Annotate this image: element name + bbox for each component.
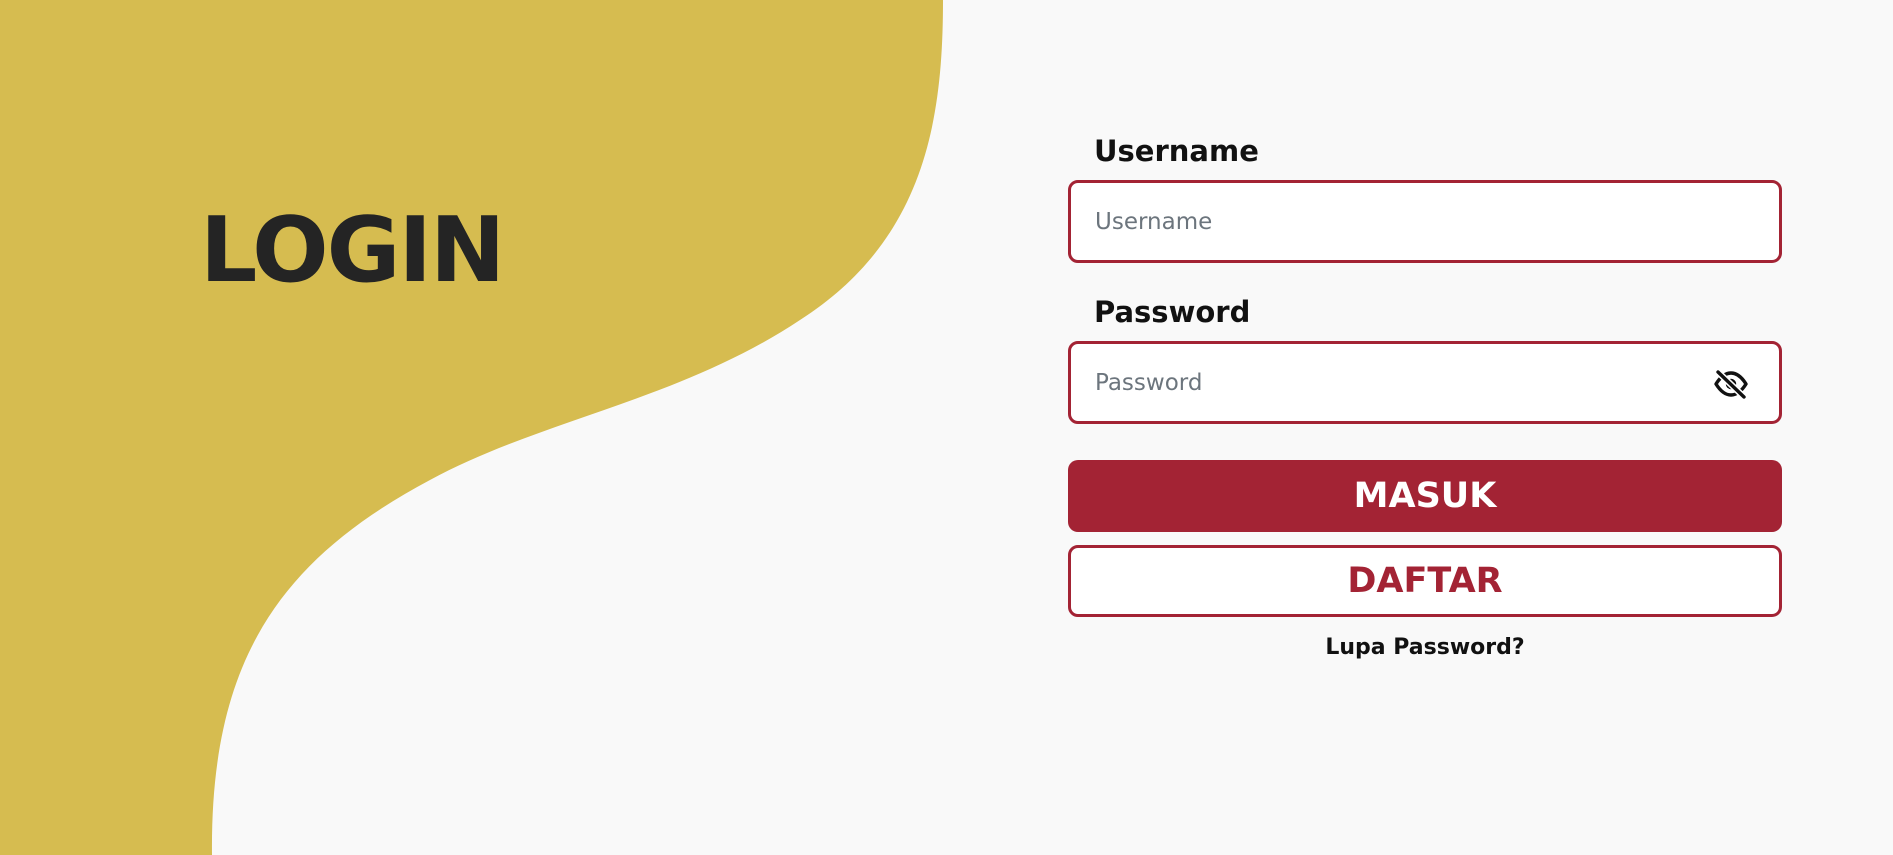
login-form: Username Password MASUK DAFTAR Lupa Pass…: [1068, 130, 1782, 663]
username-label: Username: [1094, 134, 1259, 168]
page-title: LOGIN: [200, 198, 505, 303]
password-field-wrapper: [1068, 341, 1782, 424]
eye-slash-icon[interactable]: [1713, 366, 1749, 402]
login-button[interactable]: MASUK: [1068, 460, 1782, 532]
username-input[interactable]: [1071, 183, 1779, 260]
password-input[interactable]: [1071, 344, 1779, 421]
forgot-password-link[interactable]: Lupa Password?: [1068, 633, 1782, 663]
register-button[interactable]: DAFTAR: [1068, 545, 1782, 617]
password-label: Password: [1094, 295, 1251, 329]
username-field-wrapper: [1068, 180, 1782, 263]
